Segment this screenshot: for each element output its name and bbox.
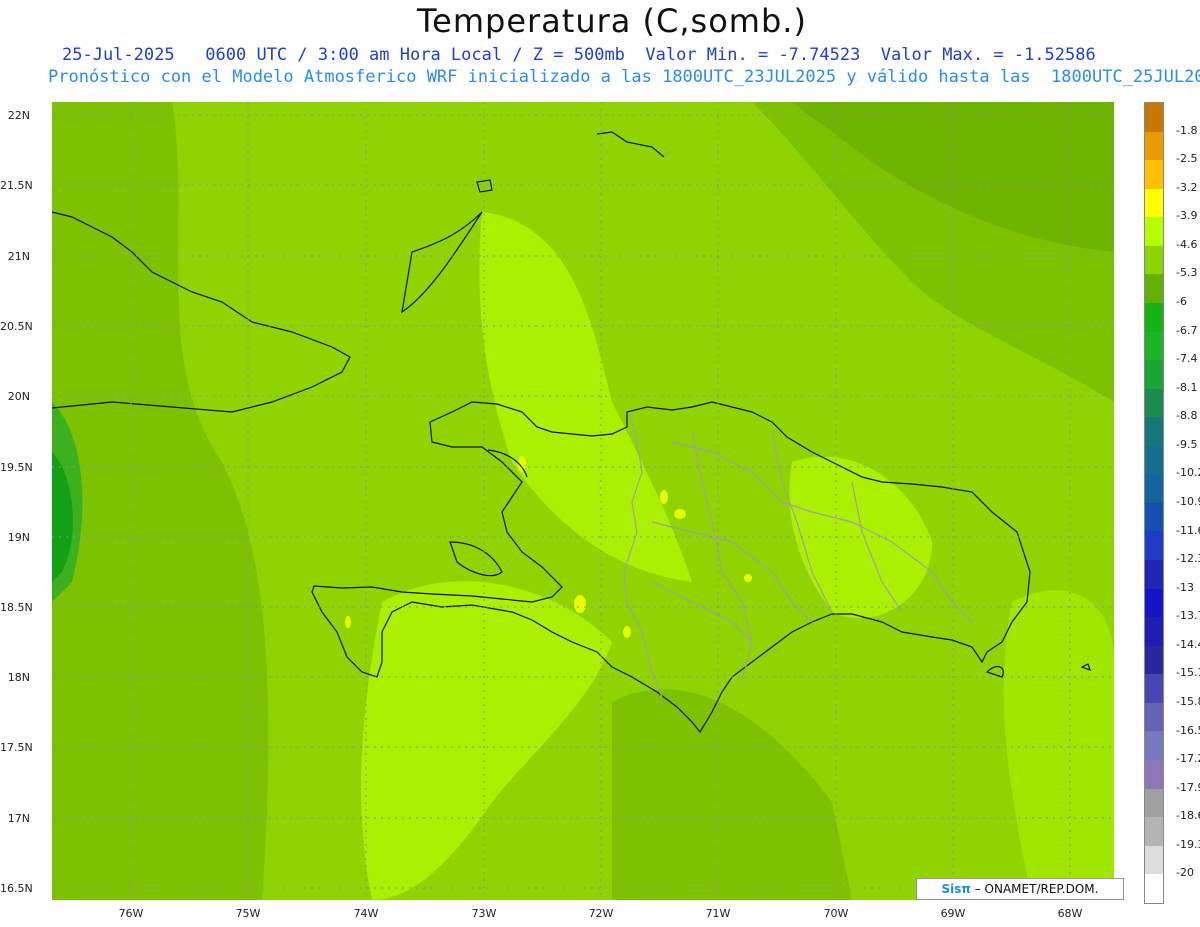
lon-label: 70W <box>823 907 849 920</box>
color-scale-swatch <box>1145 131 1163 161</box>
color-scale-swatch <box>1145 502 1163 532</box>
color-scale-label: -11.6 <box>1176 523 1200 537</box>
color-scale-label: -14.4 <box>1176 637 1200 651</box>
color-scale-swatch <box>1145 217 1163 246</box>
temperature-map <box>52 102 1114 900</box>
lon-label: 71W <box>705 907 731 920</box>
color-scale-label: -10.2 <box>1176 466 1200 480</box>
color-scale-label: -5.3 <box>1176 266 1198 280</box>
color-scale-label: -8.8 <box>1176 409 1198 423</box>
color-scale-bar <box>1144 102 1164 904</box>
credit-text: – ONAMET/REP.DOM. <box>970 882 1099 896</box>
lat-label: 21N <box>7 250 30 263</box>
color-scale-swatch <box>1145 531 1163 560</box>
lon-label: 72W <box>588 907 614 920</box>
color-scale-label: -1.8 <box>1176 123 1198 137</box>
color-scale-label: -6.7 <box>1176 323 1198 337</box>
color-scale-label: -10.9 <box>1176 495 1200 508</box>
color-scale-label: -6 <box>1176 295 1187 308</box>
color-scale-label: -7.4 <box>1176 352 1198 366</box>
lon-label: 76W <box>118 907 144 920</box>
color-scale-label: -17.9 <box>1176 780 1200 794</box>
lat-label: 19.5N <box>0 461 33 474</box>
lon-label: 75W <box>235 907 261 920</box>
color-scale-swatch <box>1145 188 1163 218</box>
color-scale-swatch <box>1145 160 1163 189</box>
lat-label: 18N <box>7 671 30 684</box>
color-scale-swatch <box>1145 731 1163 760</box>
color-scale-label: -12.3 <box>1176 552 1200 566</box>
color-scale-swatch <box>1145 645 1163 675</box>
credit-box: Sisπ – ONAMET/REP.DOM. <box>916 878 1124 900</box>
map-canvas <box>52 102 1114 900</box>
lat-label: 20N <box>7 390 30 403</box>
lon-label: 69W <box>940 907 966 920</box>
lon-label: 73W <box>471 907 497 920</box>
color-scale-label: -13.7 <box>1176 609 1200 623</box>
lat-label: 19N <box>7 531 30 544</box>
color-scale-swatch <box>1145 788 1163 818</box>
lon-label: 68W <box>1057 907 1083 920</box>
lat-label: 18.5N <box>0 601 33 614</box>
model-info-line: Pronóstico con el Modelo Atmosferico WRF… <box>48 67 1200 87</box>
color-scale-label: -4.6 <box>1176 237 1198 251</box>
color-scale-label: -2.5 <box>1176 152 1198 166</box>
color-scale-swatch <box>1145 245 1163 275</box>
color-scale-swatch <box>1145 445 1163 475</box>
color-scale-swatch <box>1145 874 1163 903</box>
color-scale-swatch <box>1145 360 1163 389</box>
lat-label: 17.5N <box>0 741 33 754</box>
color-scale-label: -19.3 <box>1176 837 1200 851</box>
color-scale-label: -18.6 <box>1176 809 1200 823</box>
color-scale-swatch <box>1145 474 1163 503</box>
color-scale-swatch <box>1145 274 1163 303</box>
color-scale-swatch <box>1145 817 1163 846</box>
color-scale-swatch <box>1145 588 1163 618</box>
color-scale-label: -20 <box>1176 866 1194 880</box>
color-scale-label: -15.8 <box>1176 695 1200 708</box>
color-scale-swatch <box>1145 103 1163 132</box>
color-scale-swatch <box>1145 617 1163 646</box>
lat-label: 16.5N <box>0 882 33 895</box>
color-scale-swatch <box>1145 388 1163 418</box>
lon-label: 74W <box>353 907 379 920</box>
color-scale-label: -3.9 <box>1176 209 1198 223</box>
color-scale-swatch <box>1145 674 1163 703</box>
color-scale-label: -3.2 <box>1176 180 1198 194</box>
color-scale-swatch <box>1145 417 1163 446</box>
color-scale-label: -15.1 <box>1176 666 1200 680</box>
color-scale-swatch <box>1145 331 1163 361</box>
color-scale-label: -17.2 <box>1176 752 1200 766</box>
map-title: Temperatura (C,somb.) <box>417 2 807 40</box>
color-scale-swatch <box>1145 702 1163 732</box>
lat-label: 17N <box>7 812 30 825</box>
color-scale-swatch <box>1145 845 1163 875</box>
color-scale-label: -9.5 <box>1176 437 1198 451</box>
sispi-logo: Sisπ <box>941 882 971 896</box>
valid-time-line: 25-Jul-2025 0600 UTC / 3:00 am Hora Loca… <box>62 45 1096 65</box>
color-scale-label: -8.1 <box>1176 380 1198 394</box>
color-scale-swatch <box>1145 759 1163 789</box>
color-scale-swatch <box>1145 302 1163 332</box>
color-scale-label: -16.5 <box>1176 723 1200 737</box>
color-scale-swatch <box>1145 560 1163 589</box>
lat-label: 22N <box>7 109 30 122</box>
color-scale-label: -13 <box>1176 580 1194 594</box>
lat-label: 21.5N <box>0 179 33 192</box>
lat-label: 20.5N <box>0 320 33 333</box>
